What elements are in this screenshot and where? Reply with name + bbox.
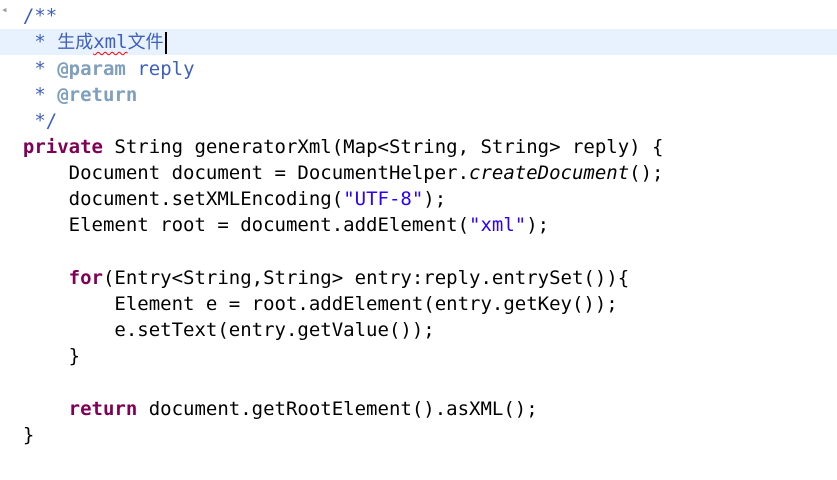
code-text: document.setXMLEncoding(: [22, 188, 344, 210]
code-line-javadoc-close[interactable]: */: [0, 108, 837, 134]
code-text: }: [22, 345, 81, 367]
javadoc-close: */: [34, 110, 58, 132]
code-text: );: [526, 214, 550, 236]
code-line-javadoc-summary[interactable]: * 生成xml文件: [0, 29, 837, 55]
code-line-return[interactable]: return document.getRootElement().asXML()…: [0, 396, 837, 422]
code-line-for[interactable]: for(Entry<String,String> entry:reply.ent…: [0, 265, 837, 291]
code-line-close-for[interactable]: }: [0, 343, 837, 369]
text-caret: [164, 31, 167, 54]
javadoc-summary-prefix: 生成: [57, 32, 94, 53]
code-line-close-method[interactable]: }: [0, 422, 837, 448]
code-line-javadoc-open[interactable]: /**: [0, 3, 837, 29]
javadoc-star: *: [34, 31, 46, 53]
code-text: e.setText(entry.getValue());: [22, 319, 435, 341]
keyword-for: for: [68, 267, 103, 289]
javadoc-open: /**: [22, 5, 58, 27]
keyword-private: private: [22, 136, 103, 158]
static-method-call: createDocument: [469, 162, 630, 184]
method-signature: String generatorXml(Map<String, String> …: [102, 136, 664, 158]
code-text: Element e = root.addElement(entry.getKey…: [22, 293, 618, 315]
code-line-blank[interactable]: [0, 369, 837, 395]
code-line-signature[interactable]: private String generatorXml(Map<String, …: [0, 134, 837, 160]
javadoc-star: *: [34, 84, 46, 106]
javadoc-summary-suffix: 文件: [127, 32, 164, 53]
code-text: ();: [629, 162, 664, 184]
code-text: Document document = DocumentHelper.: [22, 162, 470, 184]
javadoc-star: *: [34, 58, 46, 80]
code-line-javadoc-param[interactable]: * @param reply: [0, 56, 837, 82]
code-text: }: [22, 424, 35, 446]
code-text: );: [423, 188, 447, 210]
code-line-blank[interactable]: [0, 238, 837, 264]
code-text: (Entry<String,String> entry:reply.entryS…: [102, 267, 630, 289]
code-line-add-element[interactable]: Element e = root.addElement(entry.getKey…: [0, 291, 837, 317]
javadoc-param-name: reply: [137, 58, 195, 80]
code-line-javadoc-return[interactable]: * @return: [0, 82, 837, 108]
code-line-set-text[interactable]: e.setText(entry.getValue());: [0, 317, 837, 343]
string-literal: "xml": [469, 214, 527, 236]
code-text: document.getRootElement().asXML();: [137, 398, 538, 420]
code-line-set-encoding[interactable]: document.setXMLEncoding("UTF-8");: [0, 186, 837, 212]
javadoc-param-tag: @param: [57, 58, 126, 80]
keyword-return: return: [68, 398, 138, 420]
code-line-add-root[interactable]: Element root = document.addElement("xml"…: [0, 212, 837, 238]
code-line-create-document[interactable]: Document document = DocumentHelper.creat…: [0, 160, 837, 186]
code-editor[interactable]: ◂ /** * 生成xml文件 * @param reply * @return…: [0, 0, 837, 480]
javadoc-return-tag: @return: [57, 84, 138, 106]
javadoc-summary-spell: xml: [93, 31, 128, 53]
code-text: Element root = document.addElement(: [22, 214, 470, 236]
string-literal: "UTF-8": [343, 188, 424, 210]
